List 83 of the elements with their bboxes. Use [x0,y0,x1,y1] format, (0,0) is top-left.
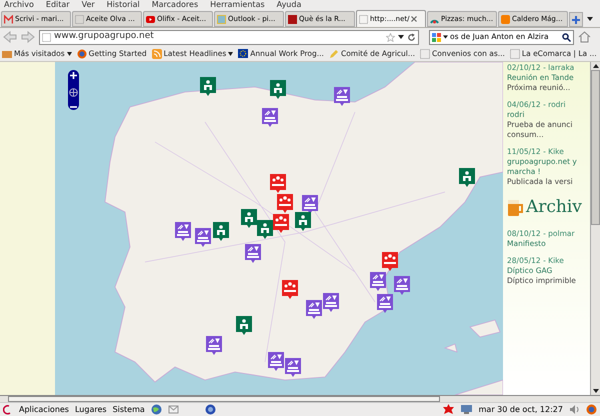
page-icon [420,48,430,58]
address-field[interactable]: www.grupoagrupo.net [39,30,419,44]
beer-mug-icon [507,198,523,217]
group-marker[interactable] [195,228,211,247]
menu-item[interactable]: Herramientas [210,0,265,10]
person-marker[interactable] [241,209,257,228]
meeting-marker[interactable] [382,252,398,271]
dropdown-icon[interactable] [398,35,404,39]
menu-item[interactable]: Archivo [4,0,34,10]
page-icon [75,14,84,24]
group-marker[interactable] [262,108,278,127]
group-marker[interactable] [306,300,322,319]
menu-item[interactable]: Ver [82,0,95,10]
menu-item[interactable]: Historial [106,0,140,10]
page-icon [510,48,520,58]
panel-menu[interactable]: Lugares [74,404,107,416]
home-icon[interactable] [578,31,591,43]
folder-icon [2,48,12,58]
section-heading: Archiv [526,196,582,219]
menu-item[interactable]: Ayuda [276,0,302,10]
panel-menu[interactable]: Aplicaciones [19,404,69,416]
group-marker[interactable] [206,336,222,355]
group-marker[interactable] [370,272,386,291]
star-icon[interactable] [386,32,395,42]
square-icon [217,14,226,24]
person-marker[interactable] [270,80,286,99]
meeting-marker[interactable] [273,214,289,233]
play-icon [146,14,155,24]
page-icon [42,32,51,42]
person-marker[interactable] [257,220,273,239]
meeting-marker[interactable] [277,194,293,213]
flag-icon [238,48,248,58]
person-marker[interactable] [236,316,252,335]
list-tabs-icon[interactable] [587,17,593,21]
scrollbar-thumb[interactable] [591,70,600,225]
square-icon [501,14,510,24]
group-marker[interactable] [394,276,410,295]
alert-icon[interactable] [442,404,454,415]
group-marker[interactable] [175,222,191,241]
panel-clock[interactable]: mar 30 de oct, 12:27 [478,404,563,416]
meeting-marker[interactable] [270,174,286,193]
globe-icon[interactable] [204,404,216,415]
meeting-marker[interactable] [282,280,298,299]
mail-icon [4,14,13,24]
address-text: www.grupoagrupo.net [54,30,155,44]
person-marker[interactable] [295,212,311,231]
horizontal-scrollbar[interactable] [0,395,600,402]
network-icon[interactable] [460,404,473,415]
group-marker[interactable] [323,293,339,312]
menu-item[interactable]: Marcadores [152,0,198,10]
reload-icon[interactable] [407,32,416,42]
close-icon[interactable] [411,16,418,22]
dropdown-icon[interactable] [443,35,448,39]
group-marker[interactable] [268,352,284,371]
square-icon [288,14,297,24]
zoom-in-icon[interactable] [70,72,77,79]
group-marker[interactable] [334,87,350,106]
pencil-icon [328,48,339,58]
volume-icon[interactable] [569,404,580,415]
person-marker[interactable] [213,222,229,241]
search-icon[interactable] [562,32,571,42]
rss-icon [152,48,162,58]
vertical-scrollbar[interactable] [590,62,600,395]
globe-icon[interactable] [150,404,162,415]
globe-icon[interactable] [69,88,78,97]
swirl-logo-icon[interactable] [3,404,13,415]
person-marker[interactable] [200,77,216,96]
new-tab-button[interactable] [569,12,583,27]
panel-menu[interactable]: Sistema [112,404,145,416]
plus-icon [572,16,580,24]
globe-icon [76,48,87,58]
group-marker[interactable] [302,195,318,214]
person-marker[interactable] [459,168,475,187]
scroll-down-icon[interactable] [592,387,598,395]
group-marker[interactable] [285,358,301,377]
group-marker[interactable] [245,244,261,263]
globe-icon[interactable] [586,404,597,415]
group-marker[interactable] [377,294,393,313]
page-icon [359,14,368,24]
menu-item[interactable]: Editar [46,0,70,10]
google-icon[interactable] [432,32,441,42]
scroll-up-icon[interactable] [592,62,598,70]
scrollbar-thumb[interactable] [8,396,440,402]
